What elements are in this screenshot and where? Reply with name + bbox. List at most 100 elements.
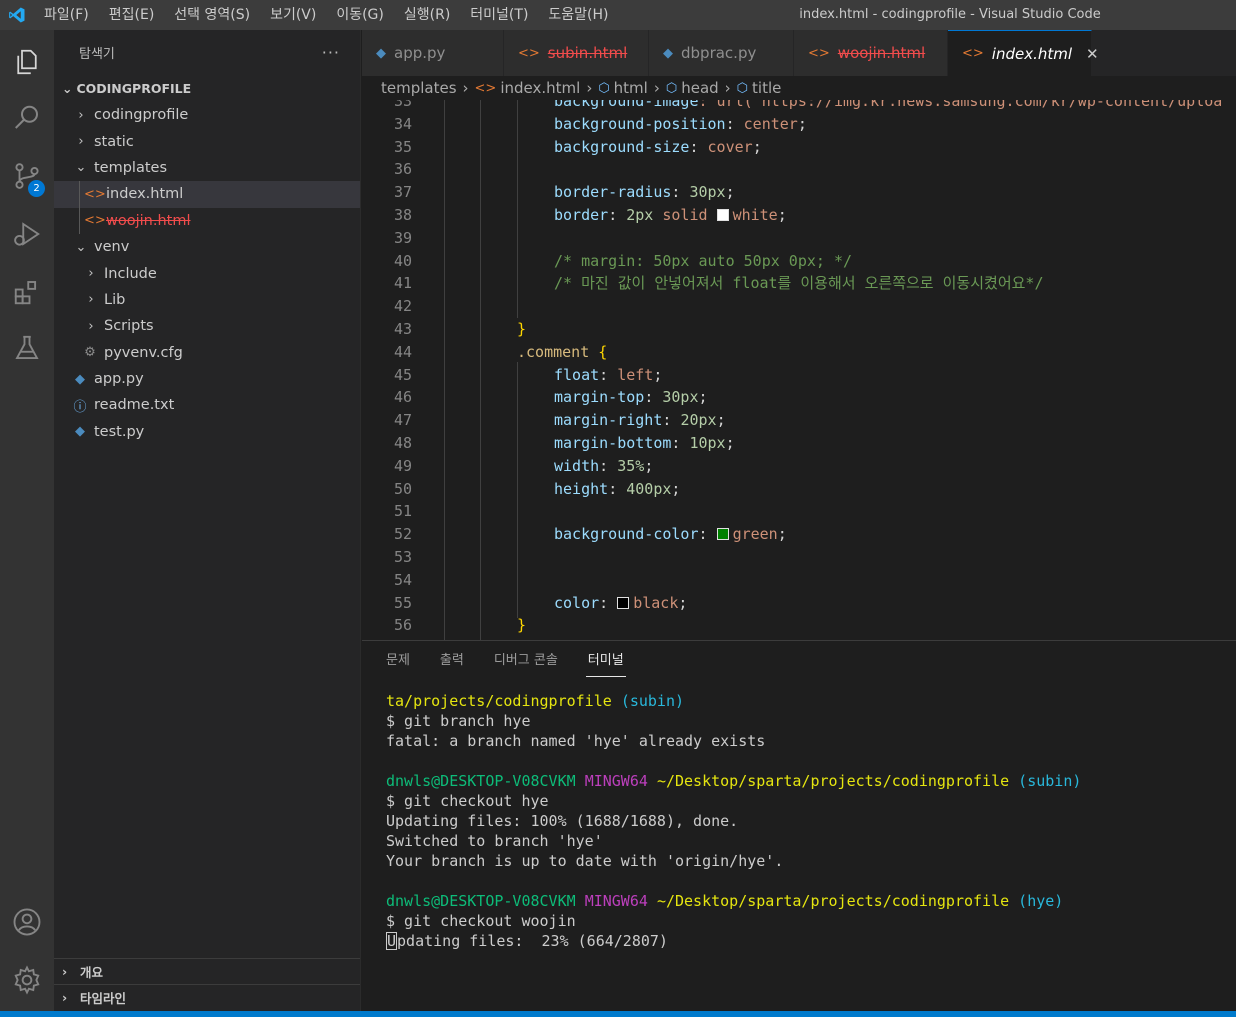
tab-app-py[interactable]: ◆ app.py <box>362 30 504 76</box>
terminal-line: Switched to branch 'hye' <box>386 832 603 850</box>
tab-index-html[interactable]: <> index.html ✕ <box>948 30 1099 76</box>
tab-woojin-html[interactable]: <> woojin.html <box>794 30 948 76</box>
menu-help[interactable]: 도움말(H) <box>538 0 618 30</box>
terminal-cursor: U <box>386 932 398 950</box>
timeline-label: 타임라인 <box>80 991 127 1006</box>
run-debug-icon[interactable] <box>0 210 54 258</box>
folder-label: Lib <box>104 291 126 308</box>
terminal-prompt: dnwls@DESKTOP-V08CVKM MINGW64 ~/Desktop/… <box>386 772 1082 790</box>
code-line-37: 37 border-radius: 30px; <box>393 183 735 202</box>
explorer-icon[interactable] <box>0 38 54 86</box>
folder-include[interactable]: › Include <box>54 260 360 286</box>
breadcrumb-head[interactable]: head <box>681 79 718 97</box>
chevron-right-icon: › <box>653 79 660 97</box>
chevron-right-icon: › <box>586 79 593 97</box>
tab-terminal[interactable]: 터미널 <box>585 641 626 681</box>
code-line-48: 48 margin-bottom: 10px; <box>393 433 735 452</box>
terminal-line: Updating files: 100% (1688/1688), done. <box>386 812 739 830</box>
more-actions-button[interactable]: ··· <box>322 43 340 62</box>
code-line-55: 55 color: black; <box>393 593 688 612</box>
terminal-line: $ git checkout woojin <box>386 912 576 930</box>
code-line-40: 40/* margin: 50px auto 50px 0px; */ <box>393 251 853 270</box>
tab-debug-console[interactable]: 디버그 콘솔 <box>494 641 558 681</box>
file-pyvenv-cfg[interactable]: ⚙ pyvenv.cfg <box>54 340 360 366</box>
info-file-icon: ⓘ <box>73 399 87 415</box>
explorer-title: 탐색기 <box>79 46 115 62</box>
folder-scripts[interactable]: › Scripts <box>54 313 360 339</box>
file-app-py[interactable]: ◆ app.py <box>54 366 360 392</box>
chevron-right-icon: › <box>78 107 84 123</box>
folder-label: templates <box>94 159 168 176</box>
code-line-47: 47 margin-right: 20px; <box>393 411 726 430</box>
folder-codingprofile[interactable]: › codingprofile <box>54 102 360 128</box>
menu-view[interactable]: 보기(V) <box>260 0 326 30</box>
timeline-section[interactable]: › 타임라인 <box>54 984 360 1010</box>
terminal-line: fatal: a branch named 'hye' already exis… <box>386 732 766 750</box>
terminal-line: $ git checkout hye <box>386 792 549 810</box>
menu-file[interactable]: 파일(F) <box>34 0 99 30</box>
chevron-right-icon: › <box>724 79 731 97</box>
file-label: woojin.html <box>106 212 191 229</box>
file-woojin-html[interactable]: <> woojin.html <box>54 207 360 234</box>
outline-label: 개요 <box>80 965 104 980</box>
activity-bar: 2 <box>0 30 54 1017</box>
folder-label: venv <box>94 239 130 256</box>
chevron-right-icon: › <box>62 990 68 1005</box>
breadcrumb-title[interactable]: title <box>752 79 781 97</box>
tab-output[interactable]: 출력 <box>440 641 464 681</box>
chevron-down-icon: ⌄ <box>75 239 87 255</box>
file-readme-txt[interactable]: ⓘ readme.txt <box>54 392 360 418</box>
window-title: index.html - codingprofile - Visual Stud… <box>799 7 1101 22</box>
chevron-right-icon: › <box>462 79 469 97</box>
tab-dbprac-py[interactable]: ◆ dbprac.py <box>649 30 794 76</box>
code-editor[interactable]: 33 background-image: url("https://img.kr.… <box>362 100 1236 640</box>
workspace-section[interactable]: ⌄ CODINGPROFILE <box>54 74 360 102</box>
extensions-icon[interactable] <box>0 268 54 316</box>
python-file-icon: ◆ <box>75 424 85 440</box>
python-file-icon: ◆ <box>376 45 386 61</box>
menu-terminal[interactable]: 터미널(T) <box>460 0 538 30</box>
source-control-badge: 2 <box>28 180 45 197</box>
file-label: test.py <box>94 423 145 440</box>
menu-selection[interactable]: 선택 영역(S) <box>164 0 260 30</box>
breadcrumb-index-html[interactable]: index.html <box>500 79 580 97</box>
folder-venv[interactable]: ⌄ venv <box>54 234 360 260</box>
file-test-py[interactable]: ◆ test.py <box>54 419 360 445</box>
chevron-down-icon: ⌄ <box>62 80 73 96</box>
outline-section[interactable]: › 개요 <box>54 958 360 984</box>
folder-lib[interactable]: › Lib <box>54 287 360 313</box>
menu-edit[interactable]: 편집(E) <box>99 0 165 30</box>
menu-bar: 파일(F) 편집(E) 선택 영역(S) 보기(V) 이동(G) 실행(R) 터… <box>34 0 619 30</box>
html-file-icon: <> <box>962 46 984 61</box>
file-index-html[interactable]: <> index.html <box>54 181 360 208</box>
breadcrumb-html[interactable]: html <box>614 79 648 97</box>
settings-gear-icon[interactable] <box>0 956 54 1004</box>
folder-label: codingprofile <box>94 107 189 124</box>
tab-label: dbprac.py <box>681 44 757 62</box>
folder-templates[interactable]: ⌄ templates <box>54 155 360 181</box>
code-line-39: 39 <box>393 228 412 247</box>
terminal-output[interactable]: ta/projects/codingprofile (subin) $ git … <box>386 691 1236 951</box>
menu-run[interactable]: 실행(R) <box>394 0 460 30</box>
code-line-42: 42 <box>393 297 412 316</box>
color-swatch-black[interactable] <box>617 596 630 609</box>
source-control-icon[interactable]: 2 <box>0 152 54 200</box>
breadcrumb-templates[interactable]: templates <box>381 79 457 97</box>
close-icon[interactable]: ✕ <box>1086 45 1099 63</box>
testing-icon[interactable] <box>0 324 54 372</box>
search-icon[interactable] <box>0 94 54 142</box>
color-swatch-green[interactable] <box>716 528 729 541</box>
folder-static[interactable]: › static <box>54 128 360 154</box>
file-label: readme.txt <box>94 397 175 414</box>
menu-go[interactable]: 이동(G) <box>326 0 394 30</box>
terminal-prompt: dnwls@DESKTOP-V08CVKM MINGW64 ~/Desktop/… <box>386 892 1064 910</box>
terminal-line: Updating files: 23% (664/2807) <box>386 932 668 950</box>
color-swatch-white[interactable] <box>716 208 729 221</box>
folder-label: Scripts <box>104 318 154 335</box>
code-line-51: 51 <box>393 502 412 521</box>
tab-problems[interactable]: 문제 <box>386 641 410 681</box>
account-icon[interactable] <box>0 898 54 946</box>
tab-subin-html[interactable]: <> subin.html <box>504 30 649 76</box>
code-line-33: 33 background-image: url("https://img.kr.… <box>393 100 1223 110</box>
terminal-line: $ git branch hye <box>386 712 531 730</box>
